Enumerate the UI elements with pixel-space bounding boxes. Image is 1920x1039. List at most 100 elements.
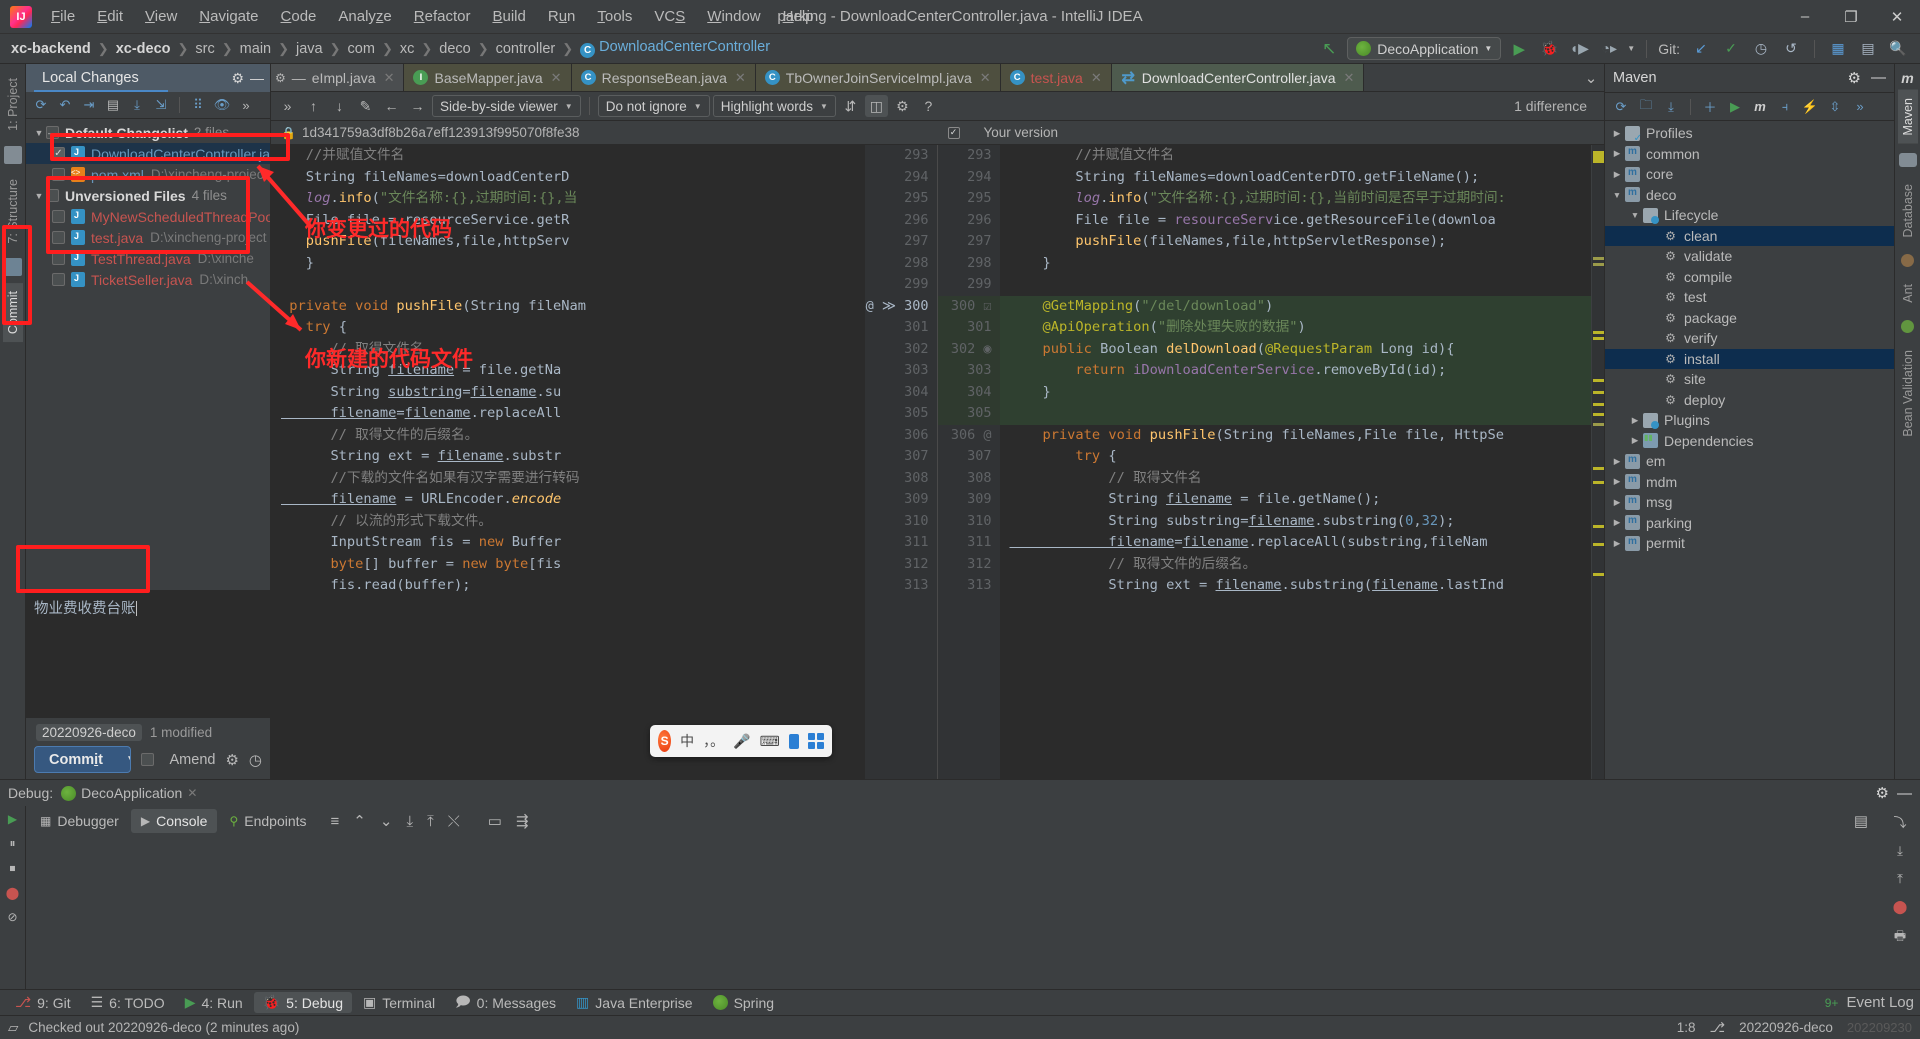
- debug-side-toolbar[interactable]: ▶ ⏸ ⏹ ⬤ ⊘: [0, 806, 26, 989]
- menu-run[interactable]: Run: [537, 4, 587, 29]
- maven-goal-site[interactable]: ⚙ site: [1605, 369, 1894, 390]
- file-checkbox[interactable]: [52, 252, 65, 265]
- run-icon[interactable]: ▶: [1724, 96, 1746, 117]
- step-out-icon[interactable]: ⤒: [1897, 871, 1903, 887]
- debug-icon[interactable]: 🐞: [1537, 37, 1561, 60]
- hide-icon[interactable]: —: [250, 70, 264, 86]
- sidebar-item-commit[interactable]: Commit: [2, 283, 23, 343]
- checkmark-icon[interactable]: ✓: [1719, 37, 1743, 60]
- reload-icon[interactable]: ⟳: [1610, 96, 1632, 117]
- debug-right-toolbar[interactable]: ⤵ ⤓ ⤒ ⬤ 🖶: [1880, 806, 1920, 989]
- breadcrumb-item-5[interactable]: com: [343, 39, 380, 59]
- editor-tabs[interactable]: ⚙ — eImpl.java ✕ I BaseMapper.java ✕ C R…: [271, 64, 1604, 92]
- skip-tests-icon[interactable]: ⫞: [1774, 96, 1796, 117]
- maven-toolbar[interactable]: ⟳ 🗀 ⤓ ＋ ▶ m ⫞ ⚡ ⇳ »: [1605, 92, 1894, 121]
- list-item[interactable]: TestThread.java D:\xinche: [26, 248, 270, 269]
- layout-icon[interactable]: ≡: [331, 813, 340, 830]
- breadcrumb-item-1[interactable]: xc-deco: [111, 39, 176, 59]
- bottom-tab-spring[interactable]: Spring: [704, 993, 783, 1013]
- maven-node-deco[interactable]: ▼ deco: [1605, 185, 1894, 206]
- evaluate-icon[interactable]: ⬤: [1893, 899, 1908, 915]
- close-icon[interactable]: ✕: [735, 70, 746, 86]
- chevron-down-icon[interactable]: ▼: [32, 128, 46, 138]
- run-with-coverage-icon[interactable]: ◖▶: [1567, 37, 1591, 60]
- chevron-right-icon[interactable]: ▶: [1627, 435, 1643, 446]
- chevron-down-icon[interactable]: ▼: [32, 191, 46, 201]
- bottom-tab-run[interactable]: ▶ 4: Run: [176, 992, 252, 1013]
- run-configuration-selector[interactable]: DecoApplication ▼: [1347, 37, 1502, 60]
- resume-icon[interactable]: ▶: [8, 812, 17, 826]
- breadcrumb-item-9[interactable]: C DownloadCenterController: [575, 37, 775, 60]
- settings-icon[interactable]: ▤: [1854, 812, 1876, 830]
- gear-icon[interactable]: ⚙: [275, 71, 286, 85]
- left-code-column[interactable]: //并赋值文件名 String fileNames=downloadCenter…: [271, 145, 865, 779]
- tab-responsebean[interactable]: C ResponseBean.java ✕: [571, 64, 756, 91]
- maven-goal-test[interactable]: ⚙ test: [1605, 287, 1894, 308]
- gear-icon[interactable]: ⚙: [225, 751, 238, 769]
- mic-icon[interactable]: 🎤: [733, 733, 750, 750]
- accept-right-icon[interactable]: →: [406, 95, 429, 117]
- status-bar-right[interactable]: 1:8 ⎇ 20220926-deco 202209230: [1677, 1020, 1912, 1036]
- menu-help[interactable]: Help: [772, 4, 825, 29]
- menu-refactor[interactable]: Refactor: [403, 4, 482, 29]
- file-checkbox[interactable]: [52, 231, 65, 244]
- list-item[interactable]: ✓ DownloadCenterController.java: [26, 143, 270, 164]
- layout-icon[interactable]: ▤: [1856, 37, 1880, 60]
- event-log-label[interactable]: Event Log: [1846, 994, 1914, 1011]
- maven-node-common[interactable]: ▶ common: [1605, 144, 1894, 165]
- apps-icon[interactable]: [808, 733, 824, 749]
- maven-node-permit[interactable]: ▶ permit: [1605, 533, 1894, 554]
- ignore-mode-select[interactable]: Do not ignore ▼: [597, 95, 710, 117]
- chevron-right-icon[interactable]: ▶: [1627, 415, 1643, 426]
- undo-icon[interactable]: ↺: [1779, 37, 1803, 60]
- right-tool-strip[interactable]: m Maven Database Ant Bean Validation: [1894, 64, 1920, 779]
- caret-position[interactable]: 1:8: [1677, 1020, 1696, 1035]
- rollback-icon[interactable]: ↶: [54, 95, 76, 116]
- minimize-button[interactable]: –: [1782, 0, 1828, 33]
- bottom-tab-terminal[interactable]: ▣ Terminal: [354, 992, 444, 1013]
- expand-all-icon[interactable]: ⇳: [1824, 96, 1846, 117]
- chevron-down-icon[interactable]: ⌄: [1578, 64, 1604, 91]
- up-icon[interactable]: ⌃: [353, 812, 366, 830]
- profile-icon[interactable]: ◔▸: [1597, 37, 1621, 60]
- step-over-icon[interactable]: ⤵: [1893, 812, 1906, 831]
- maven-node-dependencies[interactable]: ▶ Dependencies: [1605, 431, 1894, 452]
- chevron-right-icon[interactable]: ▶: [1609, 497, 1625, 508]
- close-icon[interactable]: ✕: [1344, 70, 1355, 86]
- diff-marker-bar[interactable]: [1591, 145, 1604, 779]
- file-checkbox[interactable]: [52, 210, 65, 223]
- chevron-right-icon[interactable]: ▶: [1609, 476, 1625, 487]
- generate-sources-icon[interactable]: 🗀: [1635, 96, 1657, 117]
- skin-icon[interactable]: [788, 733, 799, 749]
- tab-endpoints[interactable]: ⚲ Endpoints: [219, 809, 316, 833]
- local-changes-toolbar[interactable]: ⟳ ↶ ⇥ ▤ ⤓ ⇲ ⠿ 👁 »: [26, 92, 270, 119]
- menu-code[interactable]: Code: [270, 4, 328, 29]
- soft-wrap-icon[interactable]: ▭: [488, 812, 502, 830]
- main-menu[interactable]: File Edit View Navigate Code Analyze Ref…: [40, 4, 825, 29]
- ime-mode-button[interactable]: 中: [680, 731, 694, 751]
- changelist-group-default[interactable]: ▼ Default Changelist 2 files: [26, 122, 270, 143]
- bottom-tab-java-enterprise[interactable]: ▥ Java Enterprise: [567, 992, 702, 1013]
- shelve-icon[interactable]: ⇥: [78, 95, 100, 116]
- more-icon[interactable]: »: [1849, 96, 1871, 117]
- expand-collapse-icon[interactable]: ⠿: [187, 95, 209, 116]
- menu-build[interactable]: Build: [481, 4, 536, 29]
- more-icon[interactable]: »: [276, 95, 299, 117]
- tab-basemapper[interactable]: I BaseMapper.java ✕: [404, 64, 572, 91]
- maven-goal-clean[interactable]: ⚙ clean: [1605, 225, 1894, 246]
- status-branch[interactable]: 20220926-deco: [1739, 1020, 1833, 1035]
- more-icon[interactable]: »: [235, 95, 257, 116]
- list-item[interactable]: pom.xml D:\xincheng-projec: [26, 164, 270, 185]
- ime-punctuation-button[interactable]: ，。: [703, 731, 724, 751]
- sidebar-item-project[interactable]: 1: Project: [3, 70, 23, 139]
- close-icon[interactable]: ✕: [187, 786, 197, 800]
- prev-diff-icon[interactable]: ↑: [302, 95, 325, 117]
- breadcrumb-item-0[interactable]: xc-backend: [6, 39, 96, 59]
- close-icon[interactable]: ✕: [1091, 70, 1102, 86]
- tab-console[interactable]: ▶ Console: [130, 809, 218, 833]
- back-arrow-icon[interactable]: ↖: [1317, 37, 1341, 60]
- down-icon[interactable]: ⌄: [380, 812, 393, 830]
- sidebar-item-database[interactable]: Database: [1898, 176, 1918, 246]
- console-output[interactable]: [26, 836, 1880, 989]
- maven-goal-deploy[interactable]: ⚙ deploy: [1605, 390, 1894, 411]
